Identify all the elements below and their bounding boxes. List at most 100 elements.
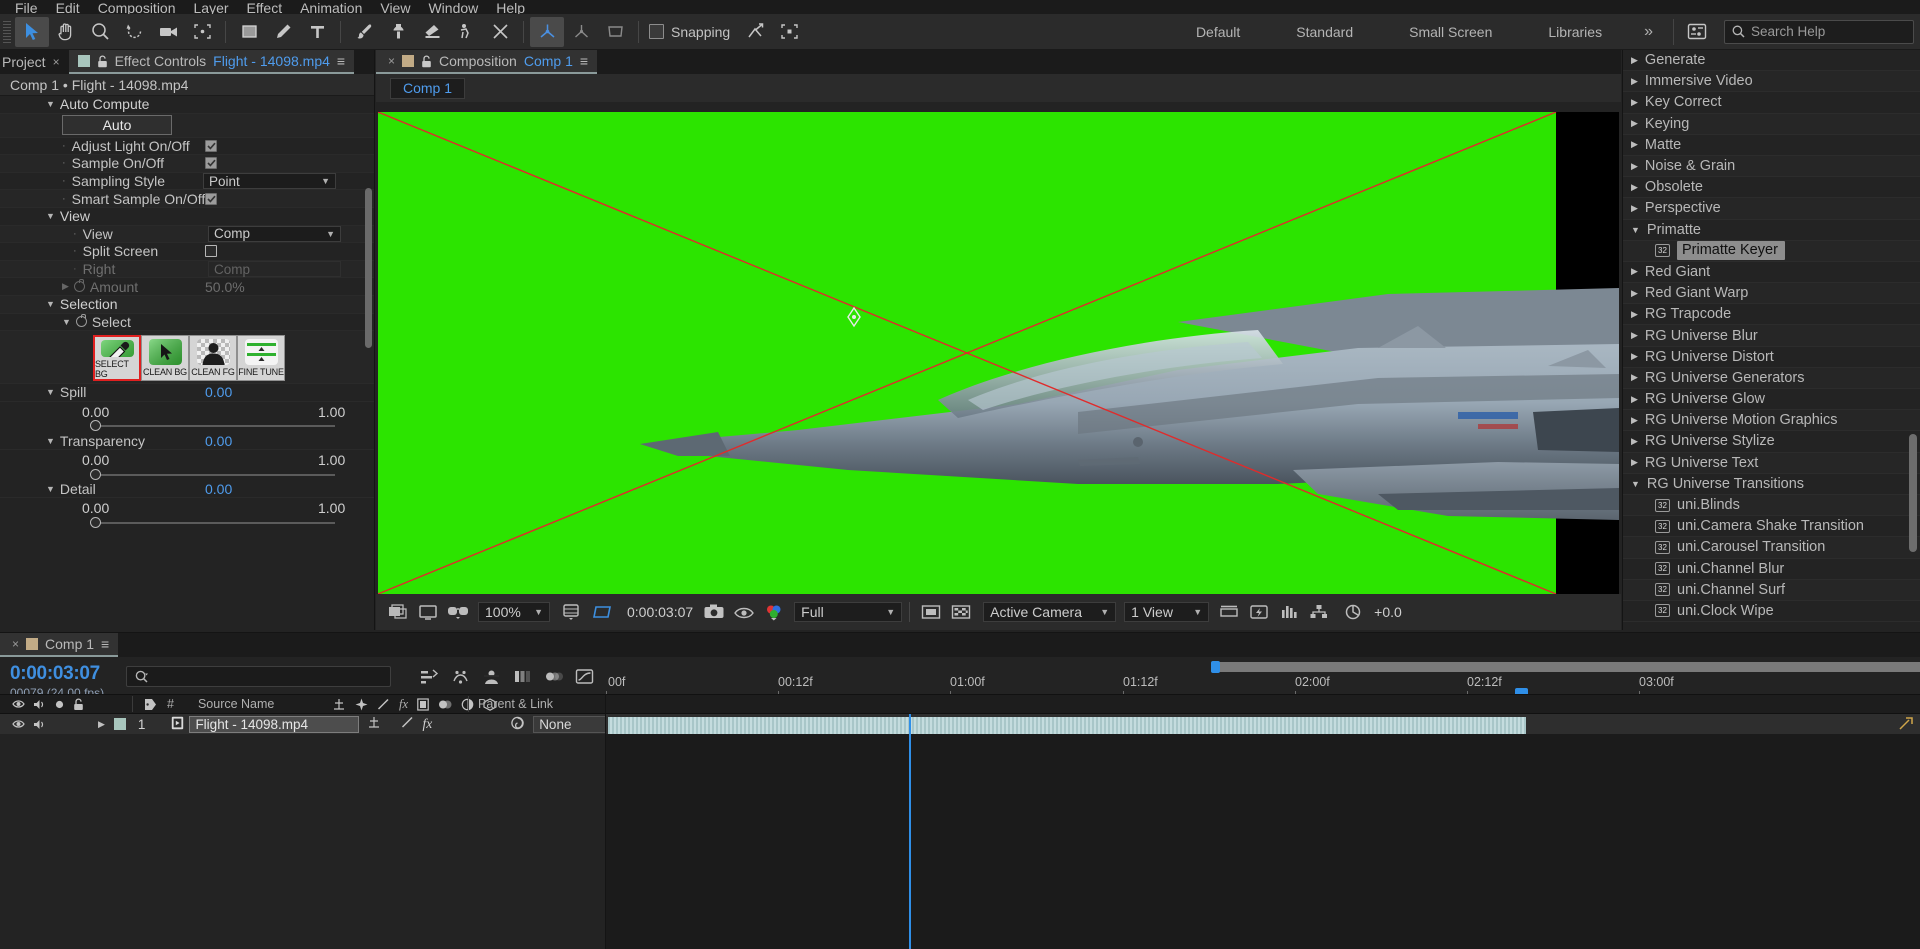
disclosure-triangle-right-icon[interactable]: ▶ [1631,288,1638,299]
toggle-mask-paths-icon[interactable] [917,599,945,625]
effects-category-row[interactable]: ▶ RG Universe Blur [1623,325,1920,347]
close-icon[interactable]: × [53,55,60,69]
camera-dropdown[interactable]: Active Camera ▼ [983,602,1117,622]
detail-slider-knob[interactable] [90,516,101,528]
channel-rgb-icon[interactable] [760,599,788,625]
effects-category-row[interactable]: ▶ Obsolete [1623,177,1920,199]
effects-item-row[interactable]: 32 uni.Channel Blur [1623,559,1920,580]
disclosure-triangle-icon[interactable]: ▼ [46,99,55,109]
smart-sample-checkbox[interactable] [205,192,217,205]
disclosure-triangle-right-icon[interactable]: ▶ [1631,139,1638,150]
toolbar-grip[interactable] [3,20,11,43]
disclosure-triangle-right-icon[interactable]: ▶ [1631,97,1638,108]
pen-tool[interactable] [266,17,300,47]
clean-fg-button[interactable]: CLEAN FG [189,334,237,381]
exposure-value[interactable]: +0.0 [1369,604,1407,620]
always-preview-this-view-icon[interactable] [384,599,412,625]
anchor-point-icon[interactable] [841,304,867,330]
workspace-small-screen[interactable]: Small Screen [1381,24,1520,40]
close-icon[interactable]: × [12,637,19,651]
time-navigator[interactable] [1211,661,1920,673]
effects-icon[interactable]: fx [422,716,432,732]
effects-category-row[interactable]: ▶ RG Universe Distort [1623,347,1920,368]
toggle-transparency-grid-icon[interactable] [947,599,975,625]
slider-detail-track[interactable] [0,516,374,529]
slider-spill[interactable]: 0.00 1.00 [0,402,374,420]
fine-tune-button[interactable]: FINE TUNE [237,334,285,381]
tab-timeline-comp[interactable]: × Comp 1 ≡ [0,633,119,657]
slider-transparency-track[interactable] [0,468,374,481]
disclosure-triangle-right-icon[interactable]: ▶ [1631,182,1638,193]
effects-item-row[interactable]: 32 uni.Camera Shake Transition [1623,516,1920,538]
timeline-search-input[interactable] [126,666,392,687]
brush-tool[interactable] [347,17,381,47]
tab-composition[interactable]: × Composition Comp 1 ≡ [376,50,598,74]
clone-stamp-tool[interactable] [381,17,415,47]
shape-tool[interactable] [232,17,266,47]
transparency-slider-knob[interactable] [90,468,101,480]
disclosure-triangle-icon[interactable]: ▼ [46,211,55,221]
selection-tool[interactable] [15,16,49,47]
audio-icon[interactable] [33,719,46,730]
exposure-reset-icon[interactable] [1339,599,1367,625]
puppet-pin-tool[interactable] [483,17,517,47]
quality-icon[interactable] [401,716,414,732]
three-d-rotate-tool[interactable] [598,17,632,47]
slider-detail[interactable]: 0.00 1.00 [0,498,374,516]
disclosure-triangle-icon[interactable]: ▼ [62,317,71,327]
effects-item-row[interactable]: 32 Primatte Keyer [1623,240,1920,262]
panel-menu-icon[interactable]: ≡ [580,53,588,69]
group-selection[interactable]: ▼ Selection [0,295,374,314]
rotation-tool[interactable] [117,17,151,47]
disclosure-triangle-icon[interactable]: ▼ [46,387,55,397]
disclosure-triangle-icon[interactable]: ▼ [46,436,55,446]
pixel-aspect-correction-icon[interactable] [1215,599,1243,625]
effects-category-row[interactable]: ▶ Key Correct [1623,92,1920,114]
effects-category-row[interactable]: ▶ Immersive Video [1623,71,1920,93]
disclosure-triangle-icon[interactable]: ▼ [46,484,55,494]
motion-blur-icon[interactable] [541,665,565,687]
snap-angle-icon[interactable] [738,17,772,47]
viewer-timecode[interactable]: 0:00:03:07 [622,604,698,620]
effects-list-scrollbar[interactable] [1909,434,1917,552]
effects-item-row[interactable]: 32 uni.Clock Wipe [1623,601,1920,623]
effects-category-row[interactable]: ▶ RG Universe Generators [1623,367,1920,389]
frame-blending-icon[interactable] [510,665,534,687]
effects-category-row[interactable]: ▶ RG Universe Glow [1623,389,1920,411]
spill-slider-knob[interactable] [90,420,101,432]
parent-pickwhip-icon[interactable] [510,716,525,733]
search-help-box[interactable]: Search Help [1724,19,1914,44]
pan-behind-tool[interactable] [185,17,219,47]
workspace-overflow-icon[interactable]: » [1630,23,1667,41]
comp-flowchart-icon[interactable] [1305,599,1333,625]
workspace-libraries[interactable]: Libraries [1520,24,1630,40]
panel-menu-icon[interactable]: ≡ [101,636,109,652]
hand-tool[interactable] [49,17,83,47]
effects-category-row[interactable]: ▶ Red Giant [1623,262,1920,284]
composition-mini-flowchart-icon[interactable] [417,665,441,687]
effects-category-row[interactable]: ▶ RG Trapcode [1623,304,1920,326]
show-snapshot-icon[interactable] [730,599,758,625]
tab-effect-controls[interactable]: Effect Controls Flight - 14098.mp4 ≡ [68,50,355,74]
view-dropdown[interactable]: Comp ▼ [208,225,341,242]
effects-category-row[interactable]: ▶ Keying [1623,113,1920,135]
split-screen-checkbox[interactable] [205,245,217,258]
current-time[interactable]: 0:00:03:07 [10,663,104,685]
transparency-value[interactable]: 0.00 [205,433,232,449]
sample-onoff-checkbox[interactable] [205,157,217,170]
disclosure-triangle-icon[interactable]: ▼ [46,299,55,309]
effects-category-row[interactable]: ▶ Red Giant Warp [1623,283,1920,305]
graph-editor-icon[interactable] [572,665,596,687]
effects-category-row[interactable]: ▶ Generate [1623,50,1920,72]
group-auto-compute[interactable]: ▼ Auto Compute [0,96,374,114]
close-icon[interactable]: × [388,54,395,68]
timeline-track-area[interactable] [606,714,1920,949]
disclosure-triangle-right-icon[interactable]: ▶ [1631,161,1638,172]
fast-previews-icon[interactable] [1245,599,1273,625]
effects-list[interactable]: ▶ Generate ▶ Immersive Video ▶ Key Correct ▶ Ke… [1623,50,1920,630]
comp-subtab[interactable]: Comp 1 [390,77,466,99]
eye-icon[interactable] [12,719,25,729]
roto-brush-tool[interactable] [449,17,483,47]
stopwatch-icon[interactable] [73,278,85,293]
effects-item-row[interactable]: 32 uni.Blinds [1623,494,1920,517]
